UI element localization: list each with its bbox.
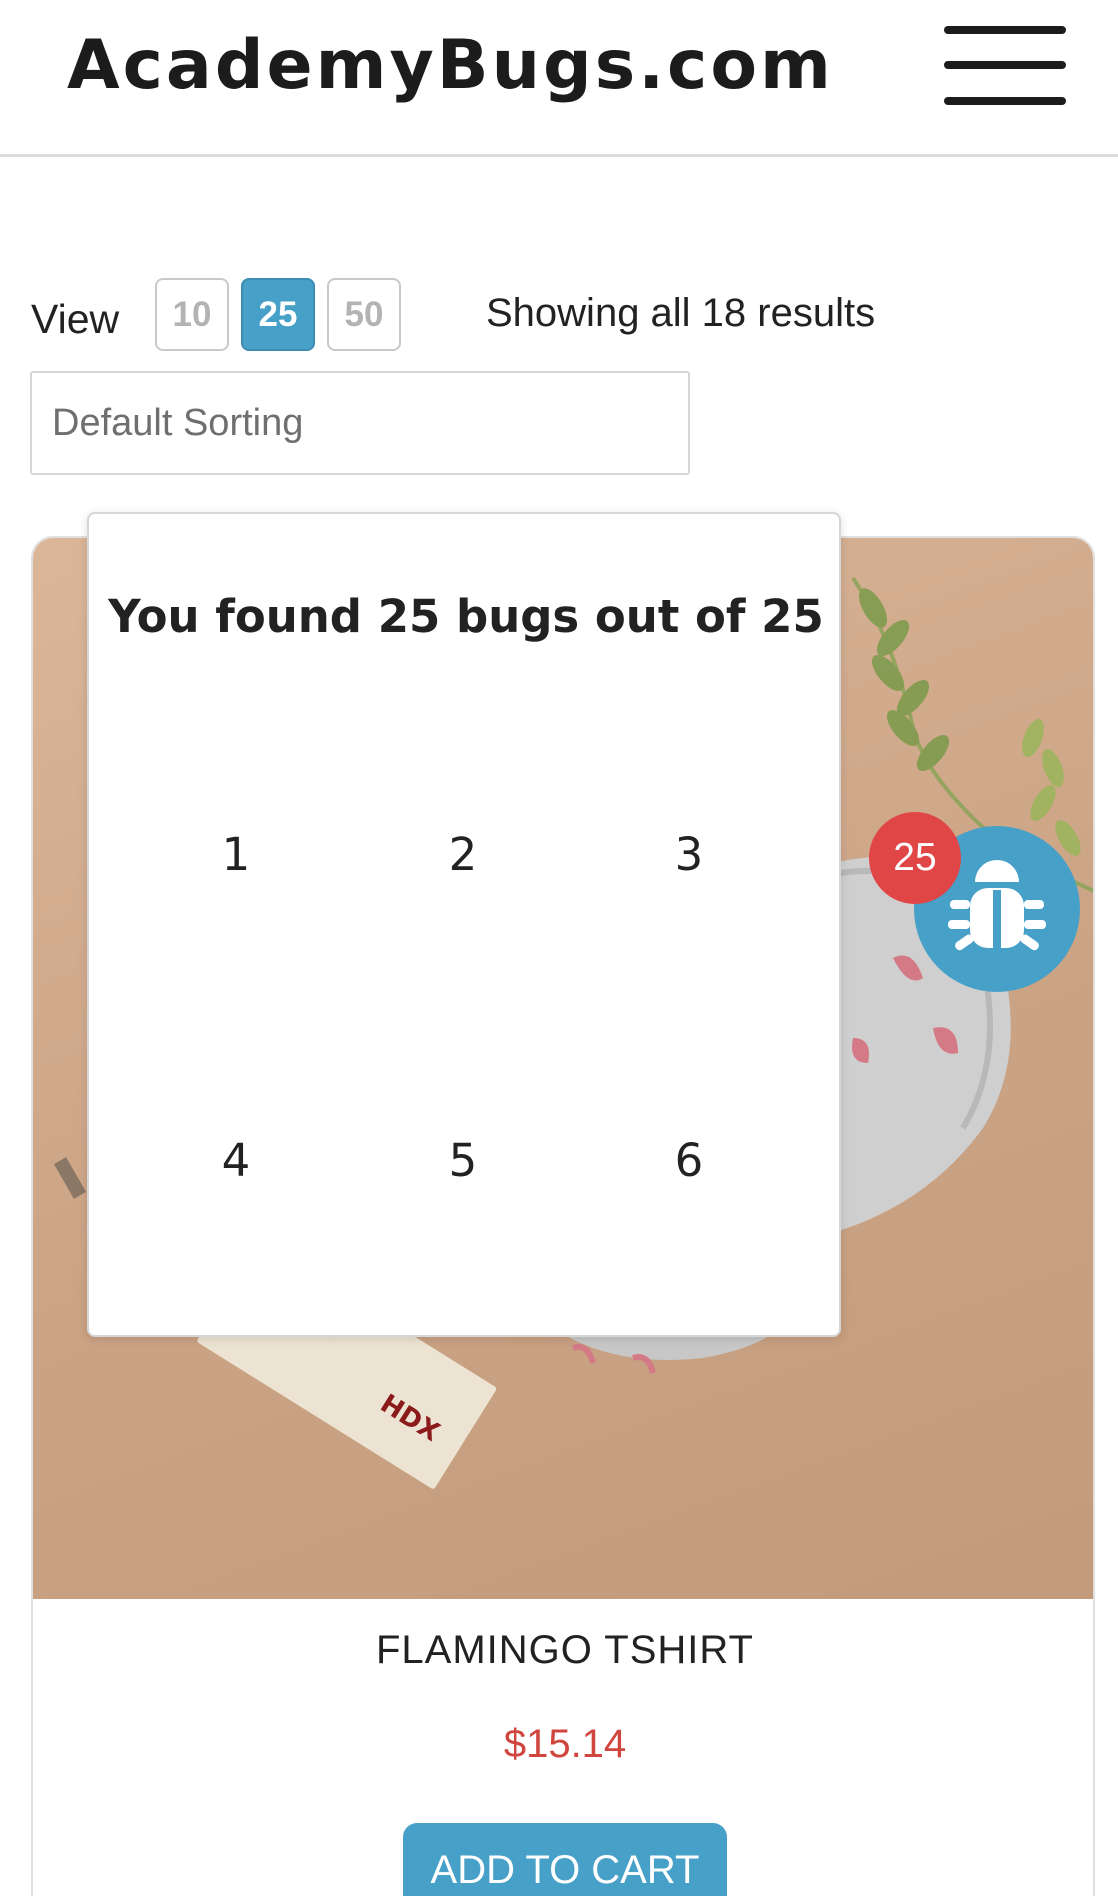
view-option-25[interactable]: 25 [241,278,315,351]
bug-number-1[interactable]: 1 [176,828,296,881]
sort-select-value: Default Sorting [52,401,304,444]
view-option-50[interactable]: 50 [327,278,401,351]
hamburger-menu-icon[interactable] [944,22,1066,108]
view-option-10[interactable]: 10 [155,278,229,351]
product-title[interactable]: FLAMINGO TSHIRT [33,1628,1093,1673]
view-label: View [31,296,120,342]
add-to-cart-button[interactable]: ADD TO CART [403,1823,727,1896]
bug-count-badge: 25 [869,812,961,904]
bug-number-6[interactable]: 6 [629,1134,749,1187]
bug-number-4[interactable]: 4 [176,1134,296,1187]
results-count: Showing all 18 results [486,291,876,335]
product-price: $15.14 [503,1722,627,1766]
sort-select[interactable]: Default Sorting [30,371,690,475]
bug-number-2[interactable]: 2 [403,828,523,881]
site-header: AcademyBugs.com [0,0,1118,157]
site-logo[interactable]: AcademyBugs.com [67,26,834,105]
bug-number-3[interactable]: 3 [629,828,749,881]
bug-number-5[interactable]: 5 [403,1134,523,1187]
popup-title: You found 25 bugs out of 25 [108,590,824,643]
bug-report-popup: You found 25 bugs out of 25 1 2 3 4 5 6 [87,512,841,1337]
